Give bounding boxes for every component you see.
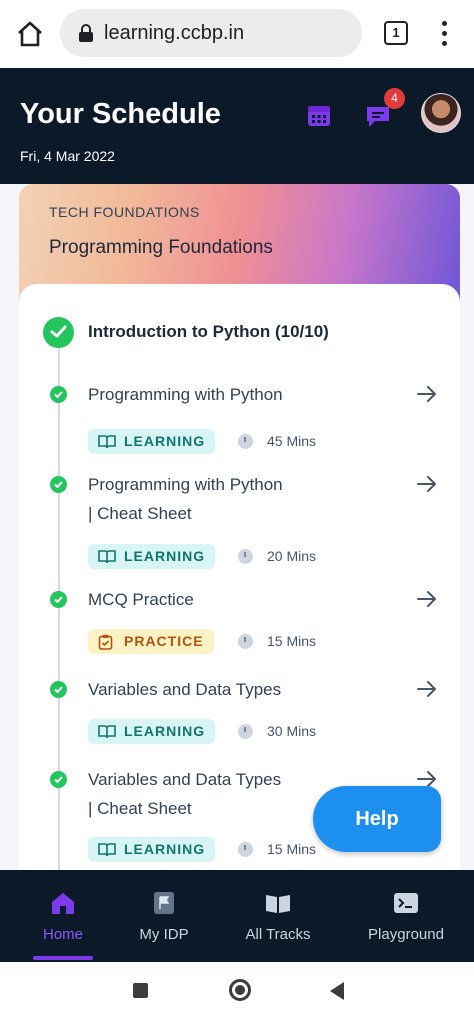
page-title: Your Schedule <box>20 98 221 130</box>
clock-icon <box>238 434 253 449</box>
item-duration: 20 Mins <box>267 548 317 564</box>
learning-tag: LEARNING <box>88 719 216 744</box>
book-open-icon <box>266 895 290 913</box>
arrow-right-icon[interactable] <box>415 472 439 496</box>
system-navigation-bar <box>0 962 474 1020</box>
learning-tag: LEARNING <box>88 429 216 454</box>
clipboard-icon <box>98 634 113 650</box>
browser-toolbar: learning.ccbp.in 1 <box>0 0 474 68</box>
section-complete-icon <box>43 317 74 348</box>
item-duration: 45 Mins <box>267 433 317 449</box>
terminal-icon <box>394 893 418 913</box>
item-title: MCQ Practice <box>88 590 194 609</box>
url-text: learning.ccbp.in <box>104 22 245 44</box>
item-duration: 15 Mins <box>267 841 317 857</box>
learning-tag: LEARNING <box>88 837 216 862</box>
home-circle-icon[interactable] <box>229 979 251 1001</box>
lock-icon <box>79 24 93 42</box>
bottom-navigation: Home My IDP All Tracks Playground <box>0 870 474 962</box>
app-header: Your Schedule Fri, 4 Mar 2022 4 <box>0 68 474 184</box>
tabs-icon[interactable]: 1 <box>384 21 408 45</box>
book-icon <box>98 725 116 739</box>
item-duration: 15 Mins <box>267 633 317 649</box>
item-title: Programming with Python | Cheat Sheet <box>88 475 283 523</box>
clock-icon <box>238 724 253 739</box>
practice-tag: PRACTICE <box>88 629 214 654</box>
help-button[interactable]: Help <box>313 786 441 852</box>
item-title: Variables and Data Types <box>88 680 282 699</box>
course-card-body: Introduction to Python (10/10) Programmi… <box>19 284 460 870</box>
calendar-icon[interactable] <box>306 102 332 128</box>
clock-icon <box>238 634 253 649</box>
home-icon[interactable] <box>14 18 46 50</box>
more-vert-icon[interactable] <box>434 18 454 50</box>
home-icon <box>52 893 74 914</box>
check-icon <box>50 681 67 698</box>
arrow-right-icon[interactable] <box>415 587 439 611</box>
check-icon <box>50 476 67 493</box>
section-title: Introduction to Python (10/10) <box>88 322 329 341</box>
check-icon <box>50 591 67 608</box>
clock-icon <box>238 549 253 564</box>
arrow-right-icon[interactable] <box>415 382 439 406</box>
course-title: Programming Foundations <box>49 237 273 258</box>
active-tab-indicator <box>33 956 93 960</box>
nav-all-tracks[interactable]: All Tracks <box>223 890 333 943</box>
item-duration: 30 Mins <box>267 723 317 739</box>
check-icon <box>50 386 67 403</box>
recents-icon[interactable] <box>133 983 148 998</box>
book-icon <box>98 435 116 449</box>
check-icon <box>50 771 67 788</box>
clock-icon <box>238 842 253 857</box>
arrow-right-icon[interactable] <box>415 677 439 701</box>
notification-badge: 4 <box>384 88 405 109</box>
address-bar[interactable]: learning.ccbp.in <box>60 9 362 57</box>
back-icon[interactable] <box>330 982 344 1000</box>
item-title: Programming with Python <box>88 385 283 404</box>
course-category: TECH FOUNDATIONS <box>49 204 200 220</box>
book-icon <box>98 843 116 857</box>
course-card: TECH FOUNDATIONS Programming Foundations… <box>19 184 460 870</box>
nav-playground[interactable]: Playground <box>351 890 461 943</box>
book-icon <box>98 550 116 564</box>
schedule-date: Fri, 4 Mar 2022 <box>20 148 115 164</box>
main-content: TECH FOUNDATIONS Programming Foundations… <box>0 184 474 870</box>
flag-icon <box>154 892 174 914</box>
learning-tag: LEARNING <box>88 544 216 569</box>
nav-my-idp[interactable]: My IDP <box>109 890 219 943</box>
nav-home[interactable]: Home <box>8 890 118 943</box>
avatar[interactable] <box>421 93 461 133</box>
